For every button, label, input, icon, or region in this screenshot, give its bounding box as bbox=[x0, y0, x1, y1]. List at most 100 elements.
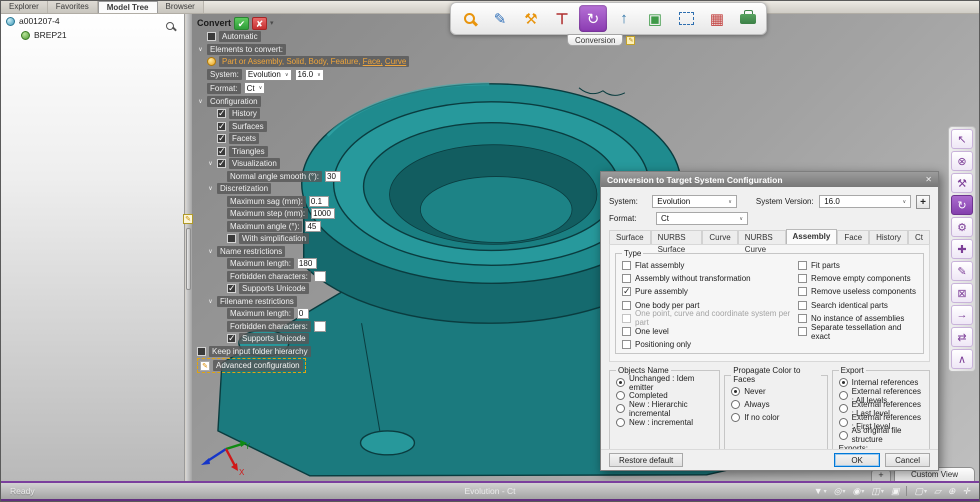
select-icon[interactable]: ↖ bbox=[951, 129, 973, 149]
annotate-icon[interactable]: ✎ bbox=[951, 261, 973, 281]
filename-unicode-checkbox[interactable]: Supports Unicode bbox=[227, 333, 402, 344]
tab-favorites[interactable]: Favorites bbox=[48, 1, 98, 13]
normal-angle-input[interactable] bbox=[325, 171, 341, 182]
if-no-color-radio[interactable]: If no color bbox=[731, 411, 820, 424]
tree-item-root[interactable]: a001207-4 bbox=[1, 14, 184, 28]
clip-box-icon[interactable]: ⊠ bbox=[951, 283, 973, 303]
fit-icon[interactable]: ▣ bbox=[641, 5, 669, 32]
max-sag-input[interactable] bbox=[309, 196, 329, 207]
facets-checkbox[interactable]: Facets bbox=[217, 133, 402, 144]
dialog-title-bar[interactable]: Conversion to Target System Configuratio… bbox=[601, 172, 938, 187]
pencil-icon[interactable]: ✎ bbox=[183, 214, 193, 224]
drawing-icon[interactable]: ▦ bbox=[703, 5, 731, 32]
search-icon[interactable] bbox=[166, 22, 174, 30]
convert-menu-caret-icon[interactable]: ▾ bbox=[270, 19, 274, 27]
tab-surface[interactable]: Surface bbox=[609, 230, 651, 244]
system-select[interactable]: Evolution∨ bbox=[652, 195, 737, 208]
origin-icon[interactable]: ⊕ bbox=[948, 486, 956, 497]
triangles-checkbox[interactable]: Triangles bbox=[217, 146, 402, 157]
ok-button[interactable]: OK bbox=[834, 453, 880, 467]
name-unicode-checkbox[interactable]: Supports Unicode bbox=[227, 283, 402, 294]
add-configuration-button[interactable]: + bbox=[916, 195, 930, 209]
clip-plane-icon[interactable]: ▱ bbox=[934, 486, 941, 497]
tab-model-tree[interactable]: Model Tree bbox=[98, 1, 158, 13]
repair-tools-icon[interactable]: ⚒ bbox=[517, 5, 545, 32]
configuration-section-header[interactable]: ∨ Configuration bbox=[197, 96, 402, 107]
toolbox-icon[interactable] bbox=[734, 5, 762, 32]
filename-restrictions-header[interactable]: ∨ Filename restrictions bbox=[207, 296, 402, 307]
move-icon[interactable]: ✛ bbox=[962, 486, 970, 497]
bounding-box-icon[interactable]: ▢▾ bbox=[914, 486, 927, 497]
tab-browser[interactable]: Browser bbox=[158, 1, 204, 13]
flat-assembly-checkbox[interactable]: Flat assembly bbox=[622, 259, 794, 272]
tab-nurbs-curve[interactable]: NURBS Curve bbox=[738, 230, 786, 244]
face-link[interactable]: Face, bbox=[363, 57, 383, 66]
filter-icon[interactable]: ▼▾ bbox=[814, 486, 827, 496]
unchanged-idem-emitter-radio[interactable]: Unchanged : Idem emitter bbox=[616, 376, 713, 389]
search-identical-parts-checkbox[interactable]: Search identical parts bbox=[798, 299, 917, 312]
shaded-view-icon[interactable]: ▣ bbox=[891, 486, 900, 497]
render-mode-icon[interactable]: ◫▾ bbox=[871, 486, 884, 497]
add-icon[interactable]: ✚ bbox=[951, 239, 973, 259]
curve-link[interactable]: Curve bbox=[385, 57, 406, 66]
bend-tool-icon[interactable]: ⊤ bbox=[548, 5, 576, 32]
export-icon[interactable]: ↑ bbox=[610, 5, 638, 32]
format-select[interactable]: Ct∨ bbox=[656, 212, 748, 225]
simplification-checkbox[interactable]: With simplification bbox=[227, 233, 402, 244]
assembly-without-transformation-checkbox[interactable]: Assembly without transformation bbox=[622, 272, 794, 285]
as-original-file-structure-radio[interactable]: As original file structure bbox=[839, 429, 923, 442]
remove-useless-components-checkbox[interactable]: Remove useless components bbox=[798, 285, 917, 298]
always-radio[interactable]: Always bbox=[731, 398, 820, 411]
fit-parts-checkbox[interactable]: Fit parts bbox=[798, 259, 917, 272]
elements-section-header[interactable]: ∨ Elements to convert: bbox=[197, 44, 402, 55]
never-radio[interactable]: Never bbox=[731, 385, 820, 398]
close-icon[interactable]: ✕ bbox=[925, 175, 932, 184]
conversion-icon[interactable]: ↻ bbox=[579, 5, 607, 32]
advanced-configuration-button[interactable]: ✎ Advanced configuration bbox=[197, 358, 306, 373]
keep-hierarchy-checkbox[interactable]: Keep input folder hierarchy bbox=[197, 346, 402, 357]
pure-assembly-checkbox[interactable]: Pure assembly bbox=[622, 285, 794, 298]
tab-nurbs-surface[interactable]: NURBS Surface bbox=[651, 230, 703, 244]
new-hierarchic-incremental-radio[interactable]: New : Hierarchic incremental bbox=[616, 402, 713, 415]
visibility-icon[interactable]: ◉▾ bbox=[853, 486, 865, 497]
history-checkbox[interactable]: History bbox=[217, 108, 402, 119]
probe-tool-icon[interactable]: ⚒ bbox=[951, 173, 973, 193]
cancel-button[interactable]: Cancel bbox=[885, 453, 930, 467]
cancel-convert-button[interactable]: ✘ bbox=[252, 17, 267, 30]
restore-default-button[interactable]: Restore default bbox=[609, 453, 683, 467]
max-angle-input[interactable] bbox=[305, 221, 321, 232]
swap-icon[interactable]: ⇄ bbox=[951, 327, 973, 347]
name-max-length-input[interactable] bbox=[297, 258, 317, 269]
collapse-toolbar-icon[interactable]: ∧ bbox=[951, 349, 973, 369]
version-select[interactable]: 16.0∨ bbox=[295, 69, 324, 81]
tab-explorer[interactable]: Explorer bbox=[1, 1, 48, 13]
selection-box-icon[interactable] bbox=[672, 5, 700, 32]
filename-max-length-input[interactable] bbox=[297, 308, 309, 319]
inspector-icon[interactable] bbox=[455, 5, 483, 32]
tree-item-brep[interactable]: BREP21 bbox=[1, 28, 184, 42]
name-forbidden-input[interactable] bbox=[314, 271, 326, 282]
visualization-checkbox[interactable]: ∨ Visualization bbox=[207, 158, 402, 169]
format-select[interactable]: Ct∨ bbox=[244, 82, 266, 94]
tab-history[interactable]: History bbox=[869, 230, 908, 244]
name-restrictions-header[interactable]: ∨ Name restrictions bbox=[207, 246, 402, 257]
deselect-icon[interactable]: ⊗ bbox=[951, 151, 973, 171]
discretization-section-header[interactable]: ∨ Discretization bbox=[207, 183, 402, 194]
positioning-only-checkbox[interactable]: Positioning only bbox=[622, 338, 794, 351]
panel-splitter[interactable]: ✎ bbox=[186, 14, 192, 481]
max-step-input[interactable] bbox=[311, 208, 335, 219]
tab-ct[interactable]: Ct bbox=[908, 230, 930, 244]
apply-convert-button[interactable]: ✔ bbox=[234, 17, 249, 30]
markup-icon[interactable]: ✎ bbox=[486, 5, 514, 32]
system-version-select[interactable]: 16.0∨ bbox=[819, 195, 911, 208]
filename-forbidden-input[interactable] bbox=[314, 321, 326, 332]
splitter-handle[interactable] bbox=[186, 228, 191, 290]
remove-empty-components-checkbox[interactable]: Remove empty components bbox=[798, 272, 917, 285]
gear-icon[interactable]: ⚙ bbox=[951, 217, 973, 237]
tab-curve[interactable]: Curve bbox=[702, 230, 737, 244]
tab-face[interactable]: Face bbox=[837, 230, 869, 244]
surfaces-checkbox[interactable]: Surfaces bbox=[217, 121, 402, 132]
orbit-icon[interactable]: ↻ bbox=[951, 195, 973, 215]
forward-icon[interactable]: → bbox=[951, 305, 973, 325]
probe-icon[interactable]: ◎▾ bbox=[834, 486, 846, 497]
